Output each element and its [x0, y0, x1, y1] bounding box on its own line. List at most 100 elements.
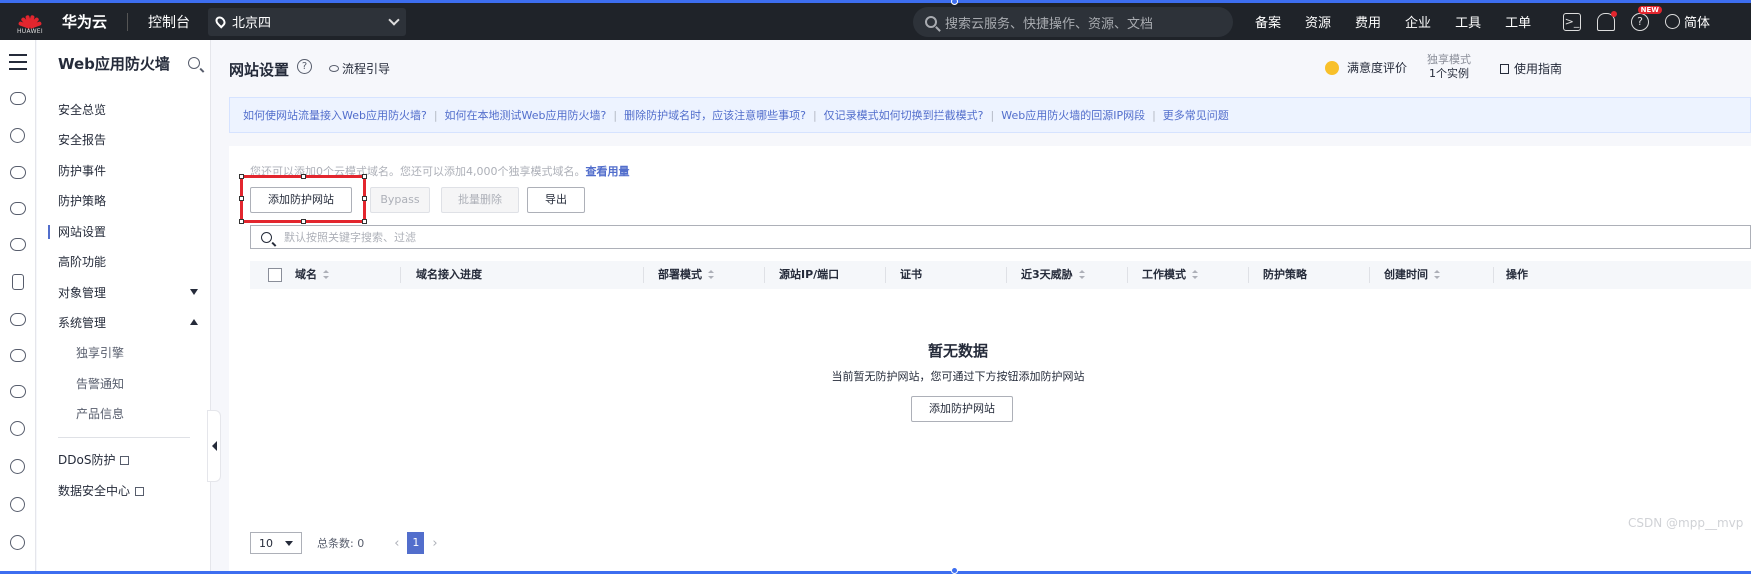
view-usage-link[interactable]: 查看用量	[586, 165, 630, 178]
rating-label: 满意度评价	[1347, 61, 1408, 75]
external-link-icon	[120, 456, 130, 465]
faq-separator: |	[812, 108, 817, 122]
page-size-select[interactable]: 10	[250, 532, 302, 554]
column-header-deploy-mode[interactable]: 部署模式	[658, 261, 714, 289]
column-header-access-progress: 域名接入进度	[416, 261, 482, 289]
batch-delete-button[interactable]: 批量删除	[441, 187, 519, 213]
sort-icon	[708, 270, 714, 279]
sidebar-item-object-management[interactable]: 对象管理	[58, 285, 198, 301]
website-list-panel: 您还可以添加0个云模式域名。您还可以添加4,000个独享模式域名。查看用量 添加…	[229, 146, 1751, 574]
resize-handle	[362, 219, 367, 224]
globe-service-icon[interactable]	[10, 535, 25, 550]
sidebar-item-website-settings[interactable]: 网站设置	[58, 224, 198, 240]
search-icon[interactable]	[188, 57, 200, 69]
usage-guide-link[interactable]: 使用指南	[1500, 60, 1562, 77]
faq-link[interactable]: 如何在本地测试Web应用防火墙?	[445, 107, 607, 123]
terminal-icon[interactable]: >_	[1563, 12, 1581, 31]
console-link[interactable]: 控制台	[148, 12, 190, 32]
column-label: 域名接入进度	[416, 268, 482, 281]
satisfaction-rating[interactable]: 满意度评价	[1325, 59, 1407, 76]
empty-add-website-button[interactable]: 添加防护网站	[911, 396, 1013, 422]
select-all-checkbox[interactable]	[268, 268, 282, 282]
sidebar-item-security-overview[interactable]: 安全总览	[58, 102, 198, 118]
bell-icon[interactable]	[1597, 10, 1617, 31]
highlight-annotation-box	[239, 174, 367, 224]
help-glyph: ?	[1637, 15, 1643, 28]
network-icon[interactable]	[10, 128, 25, 143]
service-sidebar: Web应用防火墙 安全总览 安全报告 防护事件 防护策略 网站设置 高阶功能 对…	[37, 40, 211, 574]
ip-icon[interactable]	[10, 459, 25, 474]
next-page-button[interactable]: ›	[432, 536, 437, 551]
nav-tickets[interactable]: 工单	[1505, 12, 1531, 31]
help-icon[interactable]: ?	[297, 59, 312, 74]
sidebar-subitem-alert-notification[interactable]: 告警通知	[76, 376, 216, 392]
cloud-service-icon[interactable]	[9, 92, 26, 105]
global-search-input[interactable]: 搜索云服务、快捷操作、资源、文档	[913, 7, 1233, 37]
sidebar-subitem-dedicated-engine[interactable]: 独享引擎	[76, 345, 216, 361]
sidebar-subitem-product-info[interactable]: 产品信息	[76, 406, 216, 422]
cluster-icon[interactable]	[10, 497, 25, 512]
hamburger-menu-icon[interactable]	[8, 54, 27, 70]
faq-link[interactable]: Web应用防火墙的回源IP网段	[1001, 107, 1145, 123]
help-icon[interactable]: ? NEW	[1631, 5, 1662, 31]
route-icon[interactable]	[10, 421, 25, 436]
language-switcher[interactable]: 简体	[1665, 12, 1710, 31]
sidebar-item-advanced-features[interactable]: 高阶功能	[58, 254, 198, 270]
export-button[interactable]: 导出	[527, 187, 585, 213]
cloud-storage-icon[interactable]	[9, 202, 26, 215]
column-header-actions: 操作	[1506, 261, 1528, 289]
faq-link[interactable]: 如何使网站流量接入Web应用防火墙?	[243, 107, 427, 123]
nav-billing[interactable]: 费用	[1355, 12, 1381, 31]
globe-icon	[1665, 14, 1680, 29]
sidebar-item-security-report[interactable]: 安全报告	[58, 132, 198, 148]
flow-guide-link[interactable]: 流程引导	[329, 60, 390, 77]
sidebar-item-protection-policies[interactable]: 防护策略	[58, 193, 198, 209]
cloud-icon[interactable]	[9, 313, 26, 326]
faq-separator: |	[990, 108, 995, 122]
column-header-domain[interactable]: 域名	[295, 261, 329, 289]
column-divider	[764, 267, 765, 283]
wave-icon[interactable]	[9, 238, 26, 251]
instance-count: 1个实例	[1429, 67, 1469, 80]
cloud-server-icon[interactable]	[9, 166, 26, 179]
device-icon[interactable]	[11, 274, 24, 290]
column-divider	[885, 267, 886, 283]
table-search-input[interactable]: 默认按照关键字搜索、过滤	[250, 225, 1751, 249]
bypass-button[interactable]: Bypass	[370, 187, 430, 213]
prev-page-button[interactable]: ‹	[394, 536, 399, 551]
usage-guide-label: 使用指南	[1514, 62, 1563, 76]
dedicated-mode-info[interactable]: 独享模式 1个实例	[1427, 53, 1471, 81]
search-icon	[261, 231, 272, 243]
nav-tools[interactable]: 工具	[1455, 12, 1481, 31]
sidebar-item-system-management[interactable]: 系统管理	[58, 315, 198, 331]
faq-link-more[interactable]: 更多常见问题	[1163, 107, 1229, 123]
sidebar-link-label: DDoS防护	[58, 453, 116, 467]
top-nav-links: 备案 资源 费用 企业 工具 工单	[1255, 3, 1555, 40]
huawei-logo[interactable]: HUAWEI	[0, 3, 60, 40]
sidebar-link-data-security[interactable]: 数据安全中心	[58, 483, 198, 499]
current-page[interactable]: 1	[407, 532, 425, 554]
chevron-down-icon	[388, 13, 400, 26]
brand-name[interactable]: 华为云	[62, 11, 107, 32]
resize-handle	[239, 196, 244, 201]
sidebar-link-ddos[interactable]: DDoS防护	[58, 452, 198, 468]
nav-resources[interactable]: 资源	[1305, 12, 1331, 31]
column-header-threats-3d[interactable]: 近3天威胁	[1021, 261, 1085, 289]
nav-filing[interactable]: 备案	[1255, 12, 1281, 31]
column-label: 证书	[900, 268, 922, 281]
cloud-security-icon[interactable]	[9, 385, 26, 398]
external-link-icon	[135, 487, 145, 496]
column-header-work-mode[interactable]: 工作模式	[1142, 261, 1198, 289]
region-selector[interactable]: 北京四	[208, 7, 407, 36]
faq-link[interactable]: 删除防护域名时，应该注意哪些事项?	[624, 107, 806, 123]
divider	[127, 12, 129, 31]
column-header-created-time[interactable]: 创建时间	[1384, 261, 1440, 289]
sidebar-item-protection-events[interactable]: 防护事件	[58, 163, 198, 179]
nav-enterprise[interactable]: 企业	[1405, 12, 1431, 31]
cloud-upload-icon[interactable]	[9, 349, 26, 362]
resize-handle	[239, 174, 244, 179]
faq-link[interactable]: 仅记录模式如何切换到拦截模式?	[824, 107, 984, 123]
huawei-logo-icon	[18, 9, 42, 29]
column-divider	[1127, 267, 1128, 283]
resize-handle	[301, 174, 306, 179]
